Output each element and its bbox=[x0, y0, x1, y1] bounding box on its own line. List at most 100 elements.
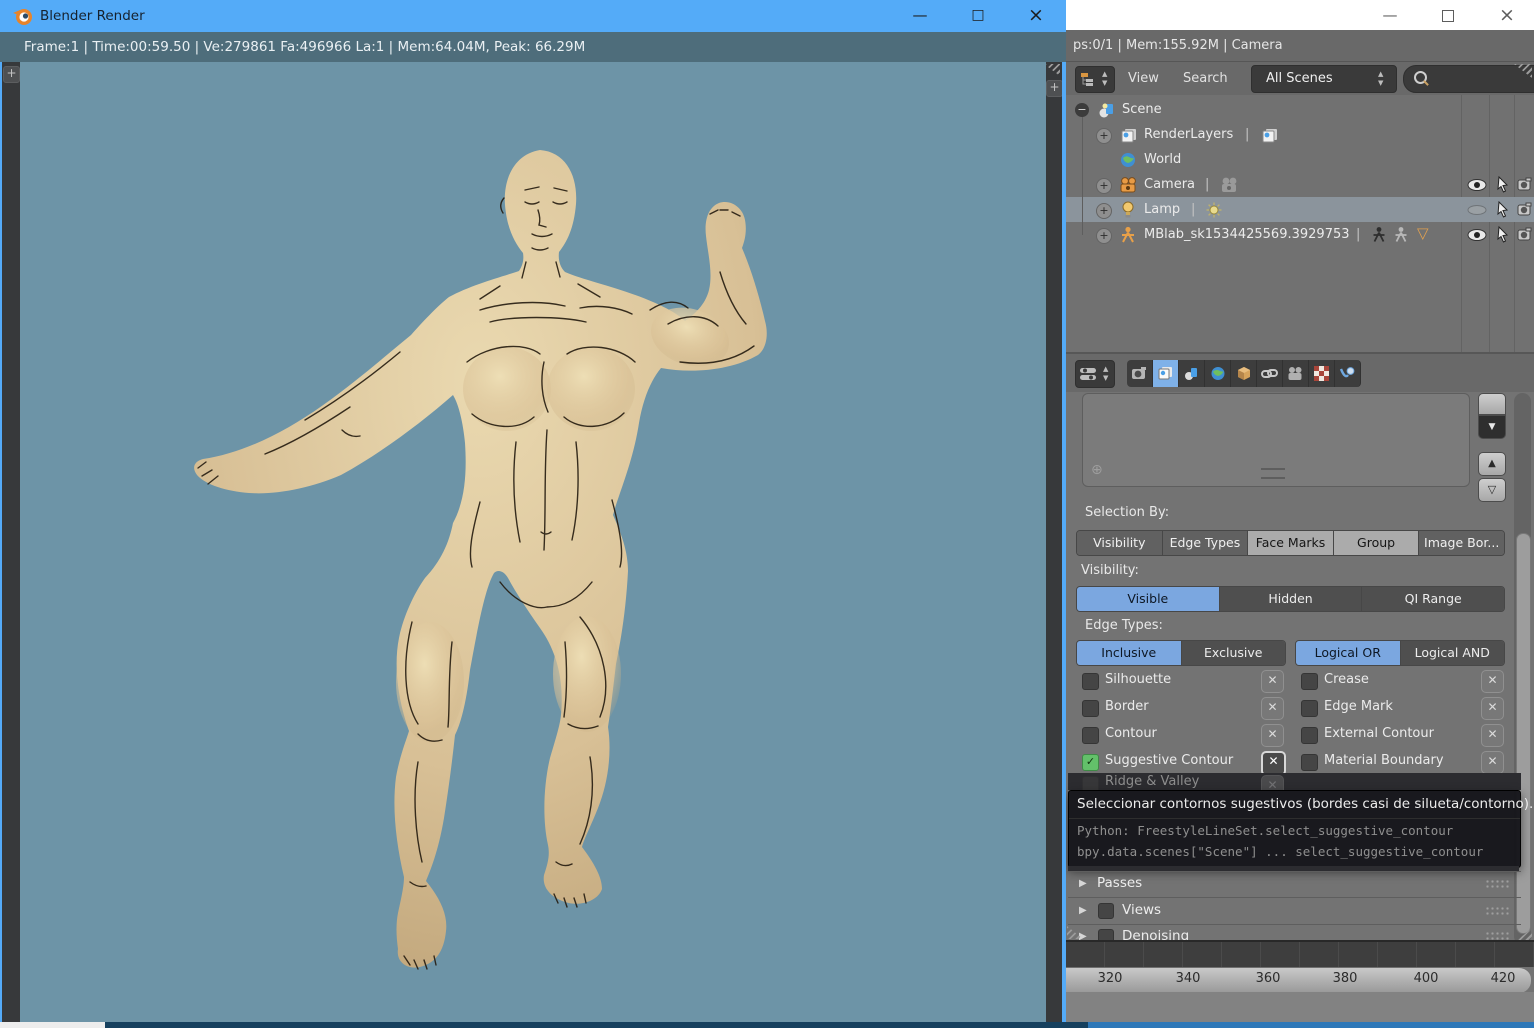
editor-type-button[interactable]: ▲ ▼ bbox=[1075, 66, 1115, 93]
close-button[interactable]: × bbox=[1485, 0, 1529, 32]
render-restrict-camera-icon[interactable] bbox=[1517, 177, 1534, 192]
move-down-button[interactable]: ▽ bbox=[1478, 478, 1506, 502]
tab-object[interactable] bbox=[1231, 360, 1257, 387]
radio-visible[interactable]: Visible bbox=[1077, 587, 1220, 611]
outliner-row-world[interactable]: World bbox=[1065, 148, 1534, 172]
tab-render[interactable] bbox=[1127, 360, 1153, 387]
tooltip-text: Seleccionar contornos sugestivos (bordes… bbox=[1077, 796, 1534, 812]
list-resize-handle[interactable] bbox=[1261, 468, 1285, 479]
add-lineset-icon[interactable]: ⊕ bbox=[1091, 462, 1103, 478]
menu-search[interactable]: Search bbox=[1183, 62, 1228, 95]
menu-view[interactable]: View bbox=[1128, 62, 1159, 95]
expand-icon[interactable]: + bbox=[1096, 228, 1112, 244]
lineset-specials-menu[interactable]: ▼ bbox=[1478, 415, 1506, 439]
restore-button[interactable] bbox=[1425, 0, 1469, 32]
checkbox-contour[interactable] bbox=[1082, 727, 1099, 744]
views-checkbox[interactable] bbox=[1098, 903, 1114, 919]
minimize-button[interactable]: — bbox=[1368, 0, 1412, 32]
expand-icon[interactable]: + bbox=[1096, 178, 1112, 194]
timeline-strip[interactable] bbox=[1065, 940, 1534, 967]
tab-physics[interactable] bbox=[1335, 360, 1361, 387]
exclude-silhouette-button[interactable]: ✕ bbox=[1261, 670, 1284, 693]
radio-inclusive[interactable]: Inclusive bbox=[1077, 641, 1182, 665]
checkbox-silhouette[interactable] bbox=[1082, 673, 1099, 690]
panel-denoising[interactable]: ▶ Denoising bbox=[1065, 926, 1534, 940]
collapse-icon[interactable]: − bbox=[1075, 103, 1089, 117]
exclude-external-contour-button[interactable]: ✕ bbox=[1481, 724, 1504, 747]
panel-views[interactable]: ▶ Views bbox=[1065, 899, 1534, 924]
area-corner-grip[interactable] bbox=[1044, 64, 1060, 76]
checkbox-material-boundary[interactable] bbox=[1301, 754, 1318, 771]
close-button[interactable]: × bbox=[1014, 0, 1058, 32]
checkbox-crease[interactable] bbox=[1301, 673, 1318, 690]
tab-scene[interactable] bbox=[1179, 360, 1205, 387]
tooltip: Seleccionar contornos sugestivos (bordes… bbox=[1068, 790, 1533, 868]
tab-texture[interactable] bbox=[1309, 360, 1335, 387]
exclude-crease-button[interactable]: ✕ bbox=[1481, 670, 1504, 693]
selectable-cursor-icon[interactable] bbox=[1496, 176, 1510, 194]
exclude-ridge-valley-button[interactable]: ✕ bbox=[1261, 775, 1284, 790]
toggle-edge-types[interactable]: Edge Types bbox=[1162, 531, 1249, 555]
radio-hidden[interactable]: Hidden bbox=[1219, 587, 1363, 611]
lineset-list[interactable]: ⊕ bbox=[1082, 393, 1470, 487]
toggle-image-border[interactable]: Image Bor... bbox=[1419, 531, 1504, 555]
row-label: Scene bbox=[1122, 102, 1162, 117]
render-restrict-camera-icon[interactable] bbox=[1517, 202, 1534, 217]
blender-render-window: Blender Render — □ × Frame:1 | Time:00:5… bbox=[0, 0, 1066, 1022]
render-window-titlebar[interactable]: Blender Render — □ × bbox=[0, 0, 1066, 32]
panel-divider bbox=[1068, 924, 1521, 925]
timeline-footer bbox=[1065, 992, 1534, 1022]
exclude-material-boundary-button[interactable]: ✕ bbox=[1481, 751, 1504, 774]
checkbox-ridge-valley[interactable] bbox=[1082, 776, 1099, 790]
lineset-remove-button[interactable] bbox=[1478, 393, 1506, 415]
expand-icon[interactable]: + bbox=[1096, 128, 1112, 144]
toggle-face-marks[interactable]: Face Marks bbox=[1248, 531, 1334, 555]
editor-type-button[interactable]: ▲ ▼ bbox=[1075, 360, 1115, 388]
tab-world[interactable] bbox=[1205, 360, 1231, 387]
selectable-cursor-icon[interactable] bbox=[1496, 201, 1510, 219]
expand-region-button-right[interactable]: + bbox=[1046, 80, 1063, 97]
exclude-contour-button[interactable]: ✕ bbox=[1261, 724, 1284, 747]
panel-passes[interactable]: ▶ Passes bbox=[1065, 872, 1534, 897]
exclude-border-button[interactable]: ✕ bbox=[1261, 697, 1284, 720]
visibility-eye-icon[interactable] bbox=[1467, 228, 1487, 242]
outliner-row-lamp[interactable]: + Lamp | bbox=[1065, 198, 1534, 222]
expand-region-button-left[interactable]: + bbox=[3, 66, 20, 83]
tab-object-data[interactable] bbox=[1283, 360, 1309, 387]
exclude-edge-mark-button[interactable]: ✕ bbox=[1481, 697, 1504, 720]
timeline-ruler[interactable]: 320 340 360 380 400 420 bbox=[1065, 967, 1531, 993]
tab-render-layers[interactable] bbox=[1153, 360, 1179, 387]
radio-logical-or[interactable]: Logical OR bbox=[1296, 641, 1401, 665]
minimize-button[interactable]: — bbox=[898, 0, 942, 32]
expand-icon[interactable]: + bbox=[1096, 203, 1112, 219]
radio-qi-range[interactable]: QI Range bbox=[1362, 587, 1504, 611]
checkbox-border[interactable] bbox=[1082, 700, 1099, 717]
render-area: + + bbox=[0, 62, 1066, 1022]
move-up-button[interactable]: ▲ bbox=[1478, 452, 1506, 476]
outliner-row-camera[interactable]: + Camera | bbox=[1065, 173, 1534, 197]
search-input[interactable] bbox=[1403, 65, 1534, 93]
panel-drag-dots[interactable] bbox=[1485, 931, 1511, 940]
radio-logical-and[interactable]: Logical AND bbox=[1400, 641, 1504, 665]
radio-exclusive[interactable]: Exclusive bbox=[1181, 641, 1285, 665]
scenes-filter-select[interactable]: All Scenes ▲ ▼ bbox=[1251, 65, 1397, 93]
selectable-cursor-icon[interactable] bbox=[1496, 226, 1510, 244]
panel-drag-dots[interactable] bbox=[1485, 879, 1511, 890]
outliner-row-scene[interactable]: − Scene bbox=[1065, 98, 1534, 122]
checkbox-edge-mark[interactable] bbox=[1301, 700, 1318, 717]
panel-drag-dots[interactable] bbox=[1485, 906, 1511, 917]
expand-triangle-icon: ▶ bbox=[1079, 878, 1087, 889]
denoising-checkbox[interactable] bbox=[1098, 929, 1114, 940]
toggle-group[interactable]: Group bbox=[1333, 531, 1420, 555]
visibility-eye-closed-icon[interactable] bbox=[1467, 205, 1487, 216]
checkbox-suggestive-contour[interactable]: ✓ bbox=[1082, 754, 1099, 771]
render-restrict-camera-icon[interactable] bbox=[1517, 227, 1534, 242]
outliner-row-renderlayers[interactable]: + RenderLayers | bbox=[1065, 123, 1534, 147]
toggle-visibility[interactable]: Visibility bbox=[1077, 531, 1163, 555]
checkbox-external-contour[interactable] bbox=[1301, 727, 1318, 744]
tab-constraints[interactable] bbox=[1257, 360, 1283, 387]
maximize-button[interactable]: □ bbox=[956, 0, 1000, 32]
outliner-row-mblab[interactable]: + MBlab_sk1534425569.3929753 | ▽ bbox=[1065, 223, 1534, 247]
visibility-eye-icon[interactable] bbox=[1467, 178, 1487, 192]
partial-row-ridge-valley[interactable]: Ridge & Valley ✕ bbox=[1068, 773, 1521, 790]
